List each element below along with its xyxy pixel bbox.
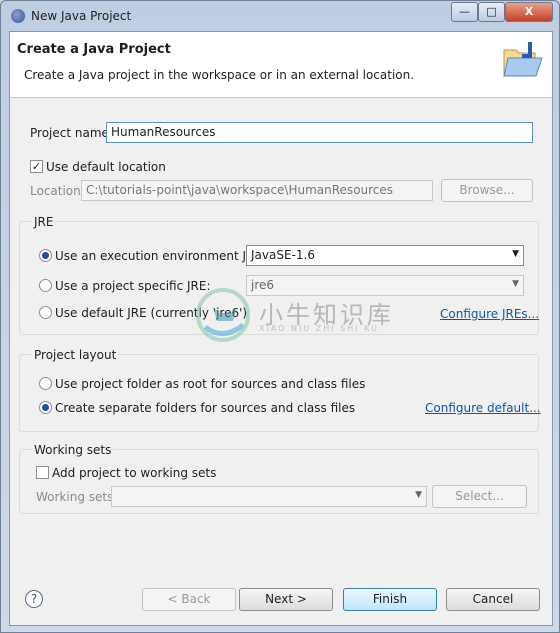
- jre-group-title: JRE: [32, 215, 56, 229]
- location-label: Location:: [30, 184, 85, 198]
- back-button[interactable]: < Back: [142, 588, 236, 611]
- project-specific-jre-label: Use a project specific JRE:: [55, 279, 211, 293]
- project-name-input[interactable]: HumanResources: [106, 122, 533, 143]
- eclipse-icon: [11, 9, 25, 23]
- dropdown-arrow-icon: ▼: [512, 279, 519, 289]
- working-sets-select[interactable]: ▼: [111, 486, 427, 507]
- maximize-button[interactable]: □: [478, 2, 505, 22]
- finish-button[interactable]: Finish: [343, 588, 437, 611]
- project-name-label: Project name:: [30, 126, 113, 140]
- project-specific-jre-radio[interactable]: [39, 279, 52, 292]
- watermark-logo: 小牛知识库 XIAO NIU ZHI SHI KU: [195, 287, 391, 346]
- watermark-bull-icon: [196, 288, 250, 342]
- page-title: Create a Java Project: [17, 42, 171, 57]
- project-specific-jre-select[interactable]: jre6 ▼: [246, 275, 524, 296]
- separate-folders-radio[interactable]: [39, 401, 52, 414]
- use-default-location-label: Use default location: [46, 160, 166, 174]
- location-input[interactable]: C:\tutorials-point\java\workspace\HumanR…: [81, 180, 433, 201]
- browse-button[interactable]: Browse...: [441, 179, 533, 202]
- watermark-pinyin: XIAO NIU ZHI SHI KU: [259, 324, 380, 333]
- project-layout-group: [19, 354, 539, 432]
- configure-default-link[interactable]: Configure default...: [425, 401, 541, 415]
- working-sets-title: Working sets: [32, 443, 114, 457]
- dropdown-arrow-icon: ▼: [512, 249, 519, 259]
- project-layout-title: Project layout: [32, 348, 119, 362]
- next-button[interactable]: Next >: [239, 588, 333, 611]
- execution-env-select[interactable]: JavaSE-1.6 ▼: [246, 245, 524, 266]
- dropdown-arrow-icon: ▼: [415, 490, 422, 500]
- add-to-working-sets-checkbox[interactable]: [36, 466, 49, 479]
- page-description: Create a Java project in the workspace o…: [24, 68, 415, 82]
- configure-jres-link[interactable]: Configure JREs...: [440, 307, 539, 321]
- default-jre-radio[interactable]: [39, 306, 52, 319]
- use-default-location-checkbox[interactable]: ✓: [30, 160, 43, 173]
- working-sets-label: Working sets:: [36, 490, 118, 504]
- add-to-working-sets-label: Add project to working sets: [52, 466, 217, 480]
- close-button[interactable]: X: [505, 2, 553, 22]
- select-working-sets-button[interactable]: Select...: [432, 485, 527, 508]
- java-folder-icon: [503, 42, 543, 77]
- project-root-radio[interactable]: [39, 377, 52, 390]
- cancel-button[interactable]: Cancel: [446, 588, 540, 611]
- execution-env-radio[interactable]: [39, 249, 52, 262]
- execution-env-value: JavaSE-1.6: [251, 248, 315, 262]
- separate-folders-label: Create separate folders for sources and …: [55, 401, 356, 415]
- wizard-header: Create a Java Project Create a Java proj…: [10, 32, 552, 98]
- help-button[interactable]: ?: [25, 590, 43, 608]
- window-title: New Java Project: [31, 9, 132, 23]
- execution-env-label: Use an execution environment JRE:: [55, 249, 267, 263]
- minimize-button[interactable]: —: [451, 2, 478, 22]
- project-root-label: Use project folder as root for sources a…: [55, 377, 366, 391]
- title-bar[interactable]: New Java Project — □ X: [1, 1, 559, 31]
